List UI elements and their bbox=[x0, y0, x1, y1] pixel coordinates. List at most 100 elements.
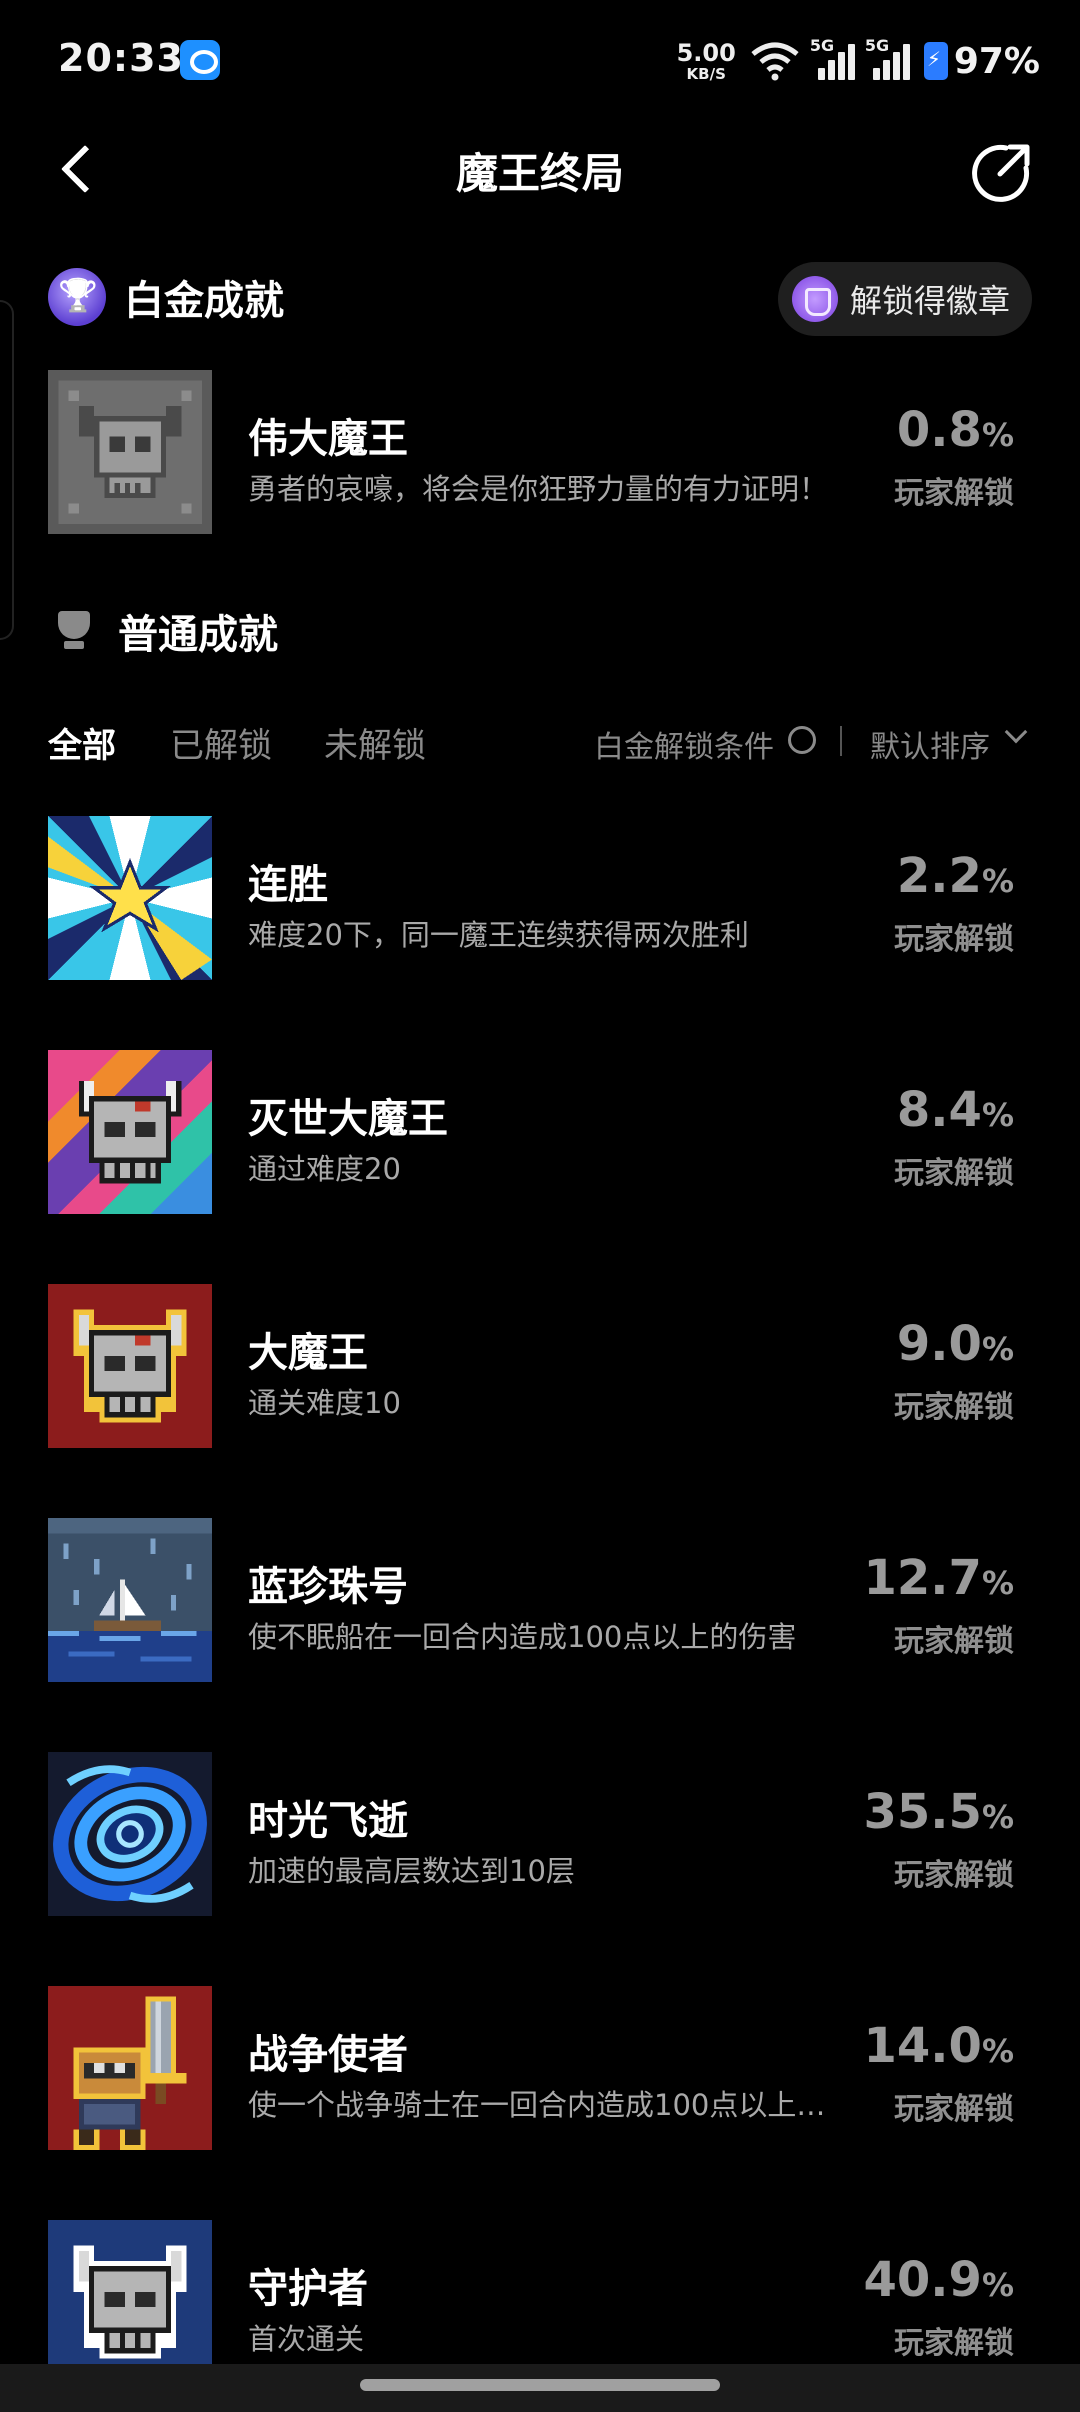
tab-unlocked[interactable]: 已解锁 bbox=[170, 718, 272, 767]
normal-section-title: 普通成就 bbox=[118, 612, 278, 658]
unlock-percent-value: 0.8 bbox=[896, 402, 982, 458]
percent-sign: % bbox=[981, 1564, 1014, 1602]
unlock-percent: 40.9% bbox=[864, 2252, 1015, 2308]
achievement-row[interactable]: 灭世大魔王 通过难度20 8.4% 玩家解锁 bbox=[48, 1050, 1032, 1214]
achievement-name: 蓝珍珠号 bbox=[248, 1564, 408, 1610]
achievement-desc: 加速的最高层数达到10层 bbox=[248, 1854, 575, 1888]
unlock-percent-value: 9.0 bbox=[896, 1316, 982, 1372]
rainbow-skull-icon bbox=[48, 1050, 212, 1214]
sim1-label: 5G bbox=[809, 36, 835, 55]
ship-rain-icon bbox=[48, 1518, 212, 1682]
achievement-row[interactable]: 守护者 首次通关 40.9% 玩家解锁 bbox=[48, 2220, 1032, 2384]
tab-all[interactable]: 全部 bbox=[48, 718, 116, 767]
achievement-name: 灭世大魔王 bbox=[248, 1096, 448, 1142]
percent-sign: % bbox=[981, 2266, 1014, 2304]
unlock-percent: 0.8% bbox=[897, 402, 1014, 458]
filter-bar: 全部 已解锁 未解锁 白金解锁条件 默认排序 bbox=[48, 712, 1032, 772]
unlock-percent: 35.5% bbox=[864, 1784, 1015, 1840]
achievement-desc: 勇者的哀嚎，将会是你狂野力量的有力证明！ bbox=[248, 472, 829, 506]
unlock-percent-value: 2.2 bbox=[896, 848, 982, 904]
knight-sword-icon bbox=[48, 1986, 212, 2150]
achievement-name: 大魔王 bbox=[248, 1330, 368, 1376]
status-indicators: 5.00 KB/S 5G 5G 97% bbox=[677, 36, 1040, 86]
signal-icon-sim2: 5G bbox=[865, 36, 910, 80]
unlock-badge-button[interactable]: 解锁得徽章 bbox=[777, 262, 1032, 336]
unlock-percent-value: 40.9 bbox=[863, 2252, 982, 2308]
achievement-row[interactable]: 蓝珍珠号 使不眠船在一回合内造成100点以上的伤害 12.7% 玩家解锁 bbox=[48, 1518, 1032, 1682]
achievement-desc: 使一个战争骑士在一回合内造成100点以上… bbox=[248, 2088, 826, 2122]
share-icon[interactable] bbox=[970, 140, 1034, 204]
unlock-caption: 玩家解锁 bbox=[894, 1156, 1014, 1191]
sort-dropdown[interactable]: 默认排序 bbox=[870, 722, 990, 766]
net-speed-value: 5.00 bbox=[676, 38, 736, 67]
achievement-name: 时光飞逝 bbox=[248, 1798, 408, 1844]
percent-sign: % bbox=[981, 1798, 1014, 1836]
achievement-row[interactable]: 时光飞逝 加速的最高层数达到10层 35.5% 玩家解锁 bbox=[48, 1752, 1032, 1916]
platinum-section-header: 白金成就 bbox=[48, 268, 284, 326]
unlock-percent: 14.0% bbox=[864, 2018, 1015, 2074]
blue-skull-icon bbox=[48, 2220, 212, 2384]
unlock-caption: 玩家解锁 bbox=[894, 476, 1014, 511]
unlock-percent-value: 8.4 bbox=[896, 1082, 982, 1138]
unlock-percent: 8.4% bbox=[897, 1082, 1014, 1138]
achievement-row[interactable]: 大魔王 通关难度10 9.0% 玩家解锁 bbox=[48, 1284, 1032, 1448]
percent-sign: % bbox=[981, 1096, 1014, 1134]
page-title: 魔王终局 bbox=[455, 149, 624, 198]
status-bar: 20:33 5.00 KB/S 5G 5G 97 bbox=[0, 0, 1080, 120]
net-speed-unit: KB/S bbox=[686, 64, 726, 83]
achievement-name: 守护者 bbox=[248, 2266, 368, 2312]
status-time: 20:33 bbox=[58, 36, 184, 80]
signal-icon-sim1: 5G bbox=[810, 36, 855, 80]
platinum-condition-label: 白金解锁条件 bbox=[594, 730, 774, 765]
badge-icon bbox=[791, 276, 838, 322]
achievement-name: 伟大魔王 bbox=[248, 416, 408, 462]
unlock-caption: 玩家解锁 bbox=[894, 922, 1014, 957]
unlock-percent: 12.7% bbox=[864, 1550, 1015, 1606]
percent-sign: % bbox=[981, 416, 1014, 454]
unlock-caption: 玩家解锁 bbox=[894, 2092, 1014, 2127]
filter-divider bbox=[840, 726, 842, 756]
normal-section-header: 普通成就 bbox=[48, 602, 278, 660]
achievement-desc: 首次通关 bbox=[248, 2322, 365, 2356]
notification-app-icon bbox=[180, 40, 220, 80]
unlock-percent: 9.0% bbox=[897, 1316, 1014, 1372]
unlock-badge-label: 解锁得徽章 bbox=[849, 282, 1010, 320]
chevron-down-icon[interactable] bbox=[1004, 720, 1028, 744]
achievement-desc: 难度20下，同一魔王连续获得两次胜利 bbox=[248, 918, 749, 952]
red-skull-icon bbox=[48, 1284, 212, 1448]
system-nav-bar bbox=[0, 2364, 1080, 2412]
vortex-icon bbox=[48, 1752, 212, 1916]
percent-sign: % bbox=[981, 1330, 1014, 1368]
platinum-achievement-row[interactable]: 伟大魔王 勇者的哀嚎，将会是你狂野力量的有力证明！ 0.8% 玩家解锁 bbox=[48, 370, 1032, 534]
achievement-row[interactable]: 战争使者 使一个战争骑士在一回合内造成100点以上… 14.0% 玩家解锁 bbox=[48, 1986, 1032, 2150]
platinum-condition-toggle[interactable] bbox=[788, 726, 816, 754]
unlock-percent: 2.2% bbox=[897, 848, 1014, 904]
unlock-caption: 玩家解锁 bbox=[894, 1390, 1014, 1425]
achievement-desc: 通关难度10 bbox=[248, 1386, 401, 1420]
achievements-screen: 20:33 5.00 KB/S 5G 5G 97 bbox=[0, 0, 1080, 2412]
unlock-caption: 玩家解锁 bbox=[894, 1858, 1014, 1893]
battery: 97% bbox=[923, 40, 1040, 82]
percent-sign: % bbox=[981, 862, 1014, 900]
home-indicator[interactable] bbox=[360, 2379, 720, 2391]
achievement-row[interactable]: 连胜 难度20下，同一魔王连续获得两次胜利 2.2% 玩家解锁 bbox=[48, 816, 1032, 980]
top-bar: 魔王终局 bbox=[0, 120, 1080, 220]
achievement-name: 连胜 bbox=[248, 862, 328, 908]
grey-skull-icon bbox=[48, 370, 212, 534]
battery-charging-icon bbox=[923, 42, 948, 80]
unlock-percent-value: 14.0 bbox=[863, 2018, 982, 2074]
platinum-section-title: 白金成就 bbox=[124, 278, 284, 324]
platinum-trophy-icon bbox=[48, 268, 106, 326]
battery-percent: 97% bbox=[953, 40, 1040, 82]
tab-locked[interactable]: 未解锁 bbox=[324, 718, 426, 767]
unlock-caption: 玩家解锁 bbox=[894, 1624, 1014, 1659]
burst-star-icon bbox=[48, 816, 212, 980]
side-edge-handle[interactable] bbox=[0, 300, 14, 640]
achievement-desc: 通过难度20 bbox=[248, 1152, 401, 1186]
unlock-percent-value: 12.7 bbox=[863, 1550, 982, 1606]
wifi-icon bbox=[751, 42, 799, 81]
trophy-icon bbox=[48, 605, 100, 657]
percent-sign: % bbox=[981, 2032, 1014, 2070]
achievement-name: 战争使者 bbox=[248, 2032, 408, 2078]
unlock-caption: 玩家解锁 bbox=[894, 2326, 1014, 2361]
